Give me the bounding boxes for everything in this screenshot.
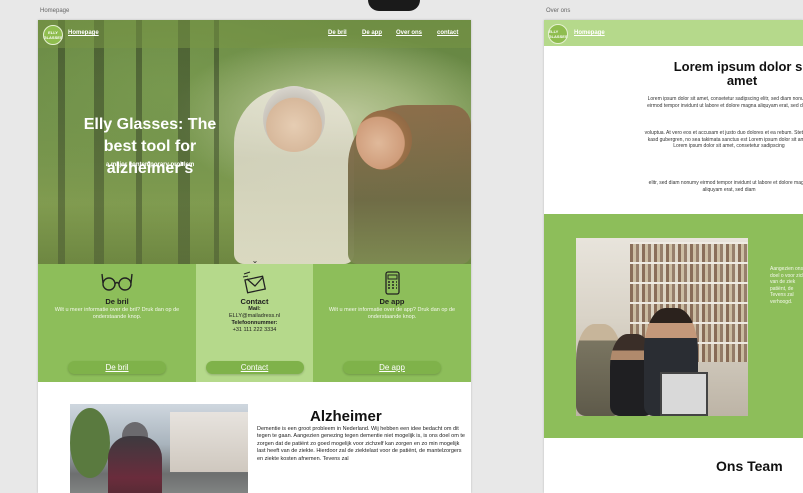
mail-address[interactable]: ELLY@mailadress.nl: [210, 313, 299, 320]
about-green-text: Aangezien ons doel o voor zicho van de z…: [770, 266, 803, 305]
hero-section: Elly Glasses: The best tool for alzheime…: [38, 20, 471, 264]
phone-label: Telefoonnummer:: [231, 320, 278, 326]
artboard-label-homepage: Homepage: [40, 8, 70, 14]
photo-house: [170, 412, 248, 472]
card-de-app: De app Wilt u meer informatie over de ap…: [313, 264, 471, 382]
card-text: Wilt u meer informatie over de bril? Dru…: [54, 307, 180, 320]
nav-link-contact[interactable]: contact: [437, 30, 458, 36]
about-paragraph-3: elitr, sed diam nonumy eirmod tempor inv…: [648, 180, 803, 193]
about-paragraph-1: Lorem ipsum dolor sit amet, consetetur s…: [647, 96, 803, 109]
logo-text: ELLY GLASSES: [43, 30, 63, 40]
photo-tree: [70, 408, 110, 478]
contact-button[interactable]: Contact: [205, 361, 304, 374]
mail-icon: [242, 270, 268, 299]
about-navbar: ELLY GLASSES Homepage: [544, 20, 803, 46]
nav-link-over-ons[interactable]: Over ons: [396, 30, 422, 36]
phone-number[interactable]: +31 111 222 3334: [210, 327, 299, 334]
card-title: De bril: [105, 297, 129, 306]
alzheimer-title: Alzheimer: [310, 408, 382, 425]
card-contact: Contact Mail: ELLY@mailadress.nl Telefoo…: [196, 264, 313, 382]
photo-wheelchair: [108, 436, 162, 493]
photo-laptop: [660, 372, 708, 416]
de-bril-button[interactable]: De bril: [68, 361, 166, 374]
about-paragraph-2: voluptua. At vero eos et accusam et just…: [644, 130, 803, 150]
card-de-bril: De bril Wilt u meer informatie over de b…: [38, 264, 196, 382]
card-text: Wilt u meer informatie over de app? Druk…: [328, 307, 456, 320]
elly-logo[interactable]: ELLY GLASSES: [548, 24, 568, 44]
elly-logo[interactable]: ELLY GLASSES: [43, 25, 63, 45]
homepage-artboard[interactable]: Elly Glasses: The best tool for alzheime…: [38, 20, 471, 493]
over-ons-artboard[interactable]: ELLY GLASSES Homepage Lorem ipsum dolor …: [544, 20, 803, 493]
hero-image-caregiver-head: [356, 110, 412, 170]
top-navbar: ELLY GLASSES Homepage De bril De app Ove…: [38, 20, 471, 48]
info-cards: De bril Wilt u meer informatie over de b…: [38, 264, 471, 382]
alzheimer-photo: [70, 404, 248, 493]
hero-title: Elly Glasses: The best tool for alzheime…: [83, 116, 217, 177]
nav-homepage-link[interactable]: Homepage: [68, 30, 99, 36]
nav-homepage-link[interactable]: Homepage: [574, 30, 605, 36]
nav-link-de-app[interactable]: De app: [362, 30, 382, 36]
mail-label: Mail:: [248, 306, 261, 312]
alzheimer-text: Dementie is een groot probleem in Nederl…: [257, 426, 465, 462]
logo-text: ELLY GLASSES: [548, 29, 568, 39]
team-title: Ons Team: [716, 458, 783, 474]
team-photo: [576, 238, 748, 416]
alzheimer-section: Alzheimer Dementie is een groot probleem…: [38, 382, 471, 493]
card-title: De app: [379, 297, 405, 306]
artboard-label-over-ons: Over ons: [546, 8, 571, 14]
glasses-icon: [100, 270, 134, 297]
card-title: Contact: [240, 297, 269, 306]
camera-notch: [368, 0, 420, 11]
about-title: Lorem ipsum dolor sit amet: [673, 59, 803, 88]
contact-details: Mail: ELLY@mailadress.nl Telefoonnummer:…: [210, 306, 299, 334]
hero-image-tree: [58, 20, 65, 264]
hero-subtitle: a major contemporary problem: [105, 162, 195, 168]
team-photo-section: Aangezien ons doel o voor zicho van de z…: [544, 214, 803, 438]
de-app-button[interactable]: De app: [343, 361, 441, 374]
hero-image-elderly-woman-head: [263, 86, 325, 152]
nav-link-de-bril[interactable]: De bril: [328, 30, 347, 36]
